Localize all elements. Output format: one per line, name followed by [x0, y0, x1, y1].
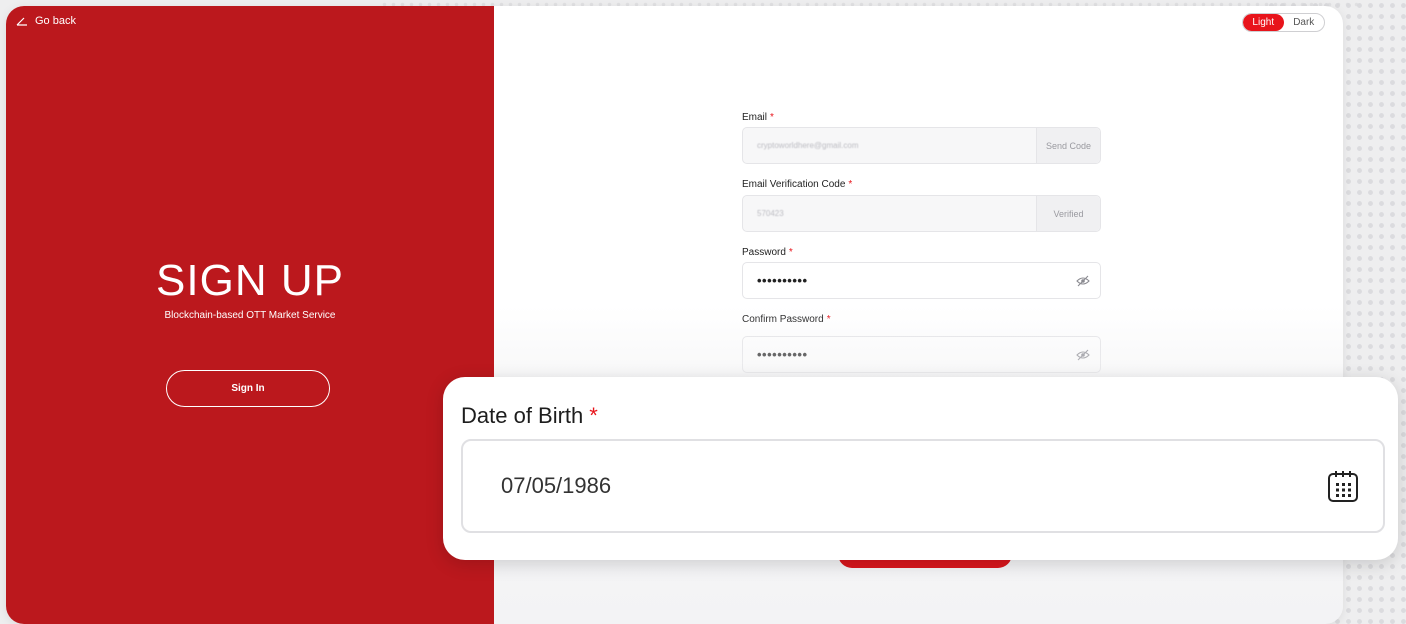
date-of-birth-field[interactable]: 07/05/1986	[461, 439, 1385, 533]
verification-code-value: 570423	[757, 209, 784, 218]
hero-panel: Go back SIGN UP Blockchain-based OTT Mar…	[6, 6, 494, 624]
calendar-icon[interactable]	[1303, 469, 1383, 503]
go-back-link[interactable]: Go back	[16, 15, 76, 27]
confirm-password-field[interactable]: ••••••••••	[742, 336, 1101, 373]
email-field[interactable]: cryptoworldhere@gmail.com Send Code	[742, 127, 1101, 164]
eye-slash-icon[interactable]	[1066, 349, 1100, 361]
email-value: cryptoworldhere@gmail.com	[757, 141, 859, 150]
password-field[interactable]: ••••••••••	[742, 262, 1101, 299]
password-value: ••••••••••	[757, 273, 808, 288]
theme-toggle: Light Dark	[1242, 13, 1325, 32]
password-label: Password *	[742, 247, 793, 258]
date-of-birth-value: 07/05/1986	[501, 473, 612, 498]
page-subtitle: Blockchain-based OTT Market Service	[164, 310, 336, 321]
back-arrow-icon	[16, 17, 27, 26]
verification-code-label: Email Verification Code *	[742, 179, 853, 190]
confirm-password-label: Confirm Password *	[742, 314, 831, 325]
theme-dark-option[interactable]: Dark	[1284, 14, 1325, 31]
page-title: SIGN UP	[156, 256, 344, 305]
sign-in-button[interactable]: Sign In	[166, 370, 330, 407]
theme-light-option[interactable]: Light	[1243, 14, 1284, 31]
date-of-birth-callout: Date of Birth * 07/05/1986	[443, 377, 1398, 560]
verification-code-field[interactable]: 570423 Verified	[742, 195, 1101, 232]
confirm-password-value: ••••••••••	[757, 347, 808, 362]
send-code-button[interactable]: Send Code	[1036, 128, 1100, 163]
eye-slash-icon[interactable]	[1066, 275, 1100, 287]
email-label: Email *	[742, 112, 774, 123]
verified-button[interactable]: Verified	[1036, 196, 1100, 231]
date-of-birth-label: Date of Birth *	[461, 403, 598, 428]
go-back-label: Go back	[35, 15, 76, 27]
